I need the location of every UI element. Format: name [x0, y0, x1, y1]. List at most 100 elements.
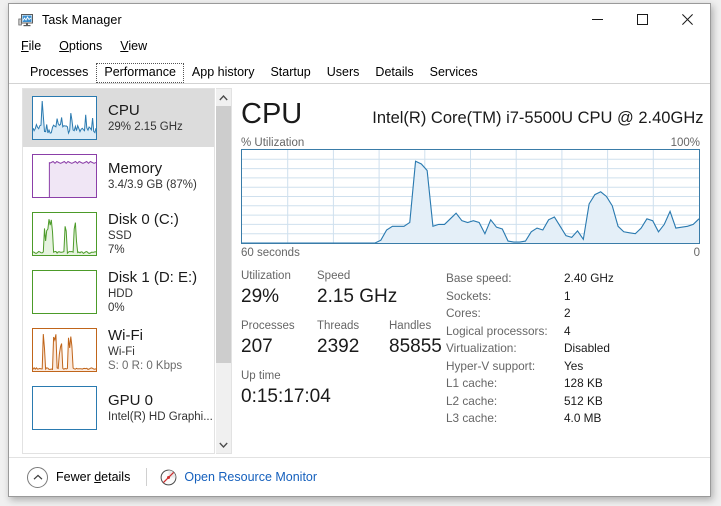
sidebar-item-text: CPU 29% 2.15 GHz: [108, 102, 183, 134]
tab-performance[interactable]: Performance: [96, 63, 184, 83]
spec-key: Logical processors:: [446, 323, 548, 338]
stat-processes: Processes 207: [241, 318, 317, 360]
sidebar-item-disk-0-c[interactable]: Disk 0 (C:) SSD 7%: [23, 205, 214, 263]
sidebar-item-text: Disk 0 (C:) SSD 7%: [108, 211, 179, 257]
tab-strip: Processes Performance App history Startup Us…: [9, 61, 710, 83]
sidebar-item-sub1: Intel(R) HD Graphi...: [108, 411, 213, 423]
spec-row: Virtualization: Disabled: [446, 340, 614, 358]
spec-key: Virtualization:: [446, 341, 517, 355]
sidebar-item-cpu[interactable]: CPU 29% 2.15 GHz: [23, 89, 214, 147]
spec-value: 512 KB: [564, 393, 603, 408]
sidebar-item-sub1: Wi-Fi: [108, 346, 135, 358]
spec-value: 1: [564, 288, 571, 303]
graph-time-labels: 60 seconds 0: [241, 247, 700, 259]
spec-row: L1 cache: 128 KB: [446, 375, 614, 393]
sidebar-item-sub1: 3.4/3.9 GB (87%): [108, 179, 197, 191]
stat-threads-label: Threads: [317, 320, 360, 332]
spec-value: 4.0 MB: [564, 411, 602, 425]
stat-threads-value: 2392: [317, 336, 360, 357]
sidebar-thumbnail-graph: [32, 154, 97, 198]
spec-key: Sockets:: [446, 288, 492, 303]
sidebar-thumbnail-graph: [32, 212, 97, 256]
graph-y-label: % Utilization: [241, 137, 305, 149]
scrollbar-thumb[interactable]: [216, 106, 231, 364]
sidebar-item-sub2: S: 0 R: 0 Kbps: [108, 360, 183, 372]
sidebar-item-disk-1-d-e[interactable]: Disk 1 (D: E:) HDD 0%: [23, 263, 214, 321]
open-resource-monitor-link[interactable]: Open Resource Monitor: [184, 470, 317, 484]
sidebar-item-sub2: 0%: [108, 302, 125, 314]
spec-value: 2: [564, 306, 571, 320]
sidebar-thumbnail-graph: [32, 386, 97, 430]
spec-key: Hyper-V support:: [446, 358, 536, 373]
tab-details[interactable]: Details: [367, 63, 421, 83]
cpu-detail-panel: CPU Intel(R) Core(TM) i7-5500U CPU @ 2.4…: [241, 84, 703, 458]
sidebar-item-gpu-0[interactable]: GPU 0 Intel(R) HD Graphi...: [23, 379, 214, 437]
stat-utilization-value: 29%: [241, 286, 280, 307]
sidebar-scrollbar[interactable]: [216, 88, 232, 454]
window-frame: Task Manager File Options View Processes…: [8, 3, 711, 497]
cpu-utilization-graph[interactable]: [241, 149, 700, 244]
stat-handles-label: Handles: [389, 320, 432, 332]
stats-spacer: [241, 310, 446, 318]
resource-sidebar[interactable]: CPU 29% 2.15 GHz Memory 3.4/3.9 GB (87%) Dis…: [22, 88, 215, 454]
spec-key: L3 cache:: [446, 411, 498, 425]
scroll-down-icon[interactable]: [216, 436, 231, 453]
sidebar-item-sub1: 29% 2.15 GHz: [108, 121, 183, 133]
tab-users[interactable]: Users: [319, 63, 368, 83]
stat-speed-value: 2.15 GHz: [317, 286, 398, 307]
graph-time-end: 0: [693, 247, 700, 259]
cpu-specs-list: Base speed: 2.40 GHz Sockets: 1 Cores: 2 Logic…: [446, 270, 614, 428]
stat-processes-value: 207: [241, 336, 273, 357]
fewer-details-button[interactable]: Fewer details: [56, 470, 130, 484]
spec-key: Base speed:: [446, 271, 512, 285]
spec-row: Hyper-V support: Yes: [446, 358, 614, 376]
stats-spacer-2: [241, 360, 446, 368]
menu-item-view[interactable]: View: [120, 39, 147, 53]
stat-utilization-label: Utilization: [241, 270, 291, 282]
spec-row: Logical processors: 4: [446, 323, 614, 341]
sidebar-item-text: Memory 3.4/3.9 GB (87%): [108, 160, 197, 192]
sidebar-item-label: Disk 0 (C:): [108, 211, 179, 228]
task-manager-icon: [18, 12, 34, 28]
sidebar-item-text: Disk 1 (D: E:) HDD 0%: [108, 269, 197, 315]
tab-app-history[interactable]: App history: [184, 63, 263, 83]
maximize-button[interactable]: [620, 4, 665, 35]
menu-item-options[interactable]: Options: [59, 39, 102, 53]
sidebar-item-memory[interactable]: Memory 3.4/3.9 GB (87%): [23, 147, 214, 205]
spec-value: Yes: [564, 358, 584, 373]
content-area: CPU 29% 2.15 GHz Memory 3.4/3.9 GB (87%) Dis…: [9, 84, 710, 458]
cpu-header: CPU Intel(R) Core(TM) i7-5500U CPU @ 2.4…: [241, 98, 703, 130]
sidebar-item-label: GPU 0: [108, 392, 154, 409]
sidebar-item-label: CPU: [108, 102, 140, 119]
scrollbar-track[interactable]: [216, 106, 231, 436]
stat-utilization: Utilization 29%: [241, 268, 317, 310]
chevron-up-icon[interactable]: [27, 466, 48, 488]
spec-value: Disabled: [564, 341, 610, 355]
menu-item-file[interactable]: File: [21, 39, 41, 53]
stat-uptime-label: Up time: [241, 370, 281, 382]
tab-processes[interactable]: Processes: [22, 63, 96, 83]
task-manager-window: Task Manager File Options View Processes…: [0, 0, 721, 506]
page-title: CPU: [241, 98, 303, 130]
footer-divider: [146, 468, 148, 486]
title-bar: Task Manager: [9, 4, 710, 35]
tab-startup[interactable]: Startup: [262, 63, 318, 83]
tab-services[interactable]: Services: [422, 63, 486, 83]
sidebar-thumbnail-graph: [32, 96, 97, 140]
sidebar-item-wi-fi[interactable]: Wi-Fi Wi-Fi S: 0 R: 0 Kbps: [23, 321, 214, 379]
spec-key: L2 cache:: [446, 393, 498, 408]
window-controls: [575, 4, 710, 35]
sidebar-item-text: Wi-Fi Wi-Fi S: 0 R: 0 Kbps: [108, 327, 182, 373]
stats-area: Utilization 29% Speed 2.15 GHz Processes…: [241, 268, 700, 428]
stats-row-primary: Utilization 29% Speed 2.15 GHz: [241, 268, 446, 310]
scroll-up-icon[interactable]: [216, 89, 231, 106]
spec-value: 4: [564, 323, 571, 338]
sidebar-item-label: Memory: [108, 160, 163, 177]
menu-bar: File Options View: [9, 35, 165, 57]
graph-time-start: 60 seconds: [241, 247, 300, 259]
close-button[interactable]: [665, 4, 710, 35]
sidebar-item-sub1: HDD: [108, 288, 133, 300]
stat-speed-label: Speed: [317, 270, 351, 282]
resource-monitor-icon: [160, 469, 177, 486]
minimize-button[interactable]: [575, 4, 620, 35]
